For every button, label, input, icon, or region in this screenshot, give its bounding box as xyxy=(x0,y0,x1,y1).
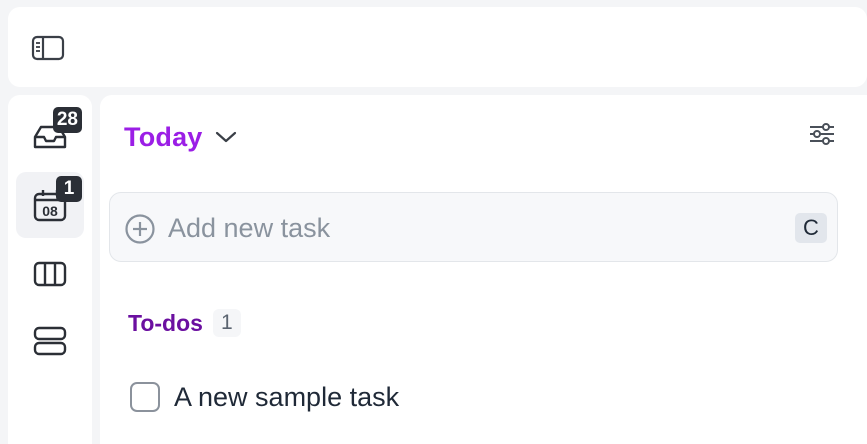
view-title-dropdown[interactable]: Today xyxy=(124,117,237,157)
rail-item-inbox[interactable]: 28 xyxy=(16,103,84,169)
chevron-down-icon xyxy=(215,131,236,143)
sliders-icon xyxy=(810,123,834,145)
inbox-count-badge: 28 xyxy=(52,107,82,133)
task-checkbox[interactable] xyxy=(130,382,160,412)
task-title: A new sample task xyxy=(174,381,400,412)
view-settings-button[interactable] xyxy=(807,119,837,149)
calendar-date-number: 08 xyxy=(42,203,58,219)
add-task-input[interactable] xyxy=(168,207,768,249)
top-bar xyxy=(8,7,867,87)
sidebar-toggle-button[interactable] xyxy=(30,33,66,63)
rail-item-board[interactable] xyxy=(16,241,84,307)
shortcut-key-hint: C xyxy=(795,213,827,243)
rail-item-today[interactable]: 08 1 xyxy=(16,172,84,238)
main-panel: Today C To-dos 1 A new sample task xyxy=(100,95,867,444)
plus-circle-icon[interactable] xyxy=(124,213,156,245)
task-item[interactable]: A new sample task xyxy=(130,377,399,417)
sidebar-panel-icon xyxy=(31,35,65,61)
add-task-bar[interactable]: C xyxy=(109,192,838,262)
rail-item-rows[interactable] xyxy=(16,308,84,374)
nav-rail: 28 08 1 xyxy=(8,95,92,444)
rows-icon xyxy=(33,326,67,356)
today-count-badge: 1 xyxy=(56,176,82,202)
section-title: To-dos xyxy=(128,309,203,336)
section-header-todos[interactable]: To-dos 1 xyxy=(128,307,241,339)
page-title: Today xyxy=(124,121,203,152)
section-count: 1 xyxy=(212,309,241,337)
columns-icon xyxy=(33,261,67,287)
